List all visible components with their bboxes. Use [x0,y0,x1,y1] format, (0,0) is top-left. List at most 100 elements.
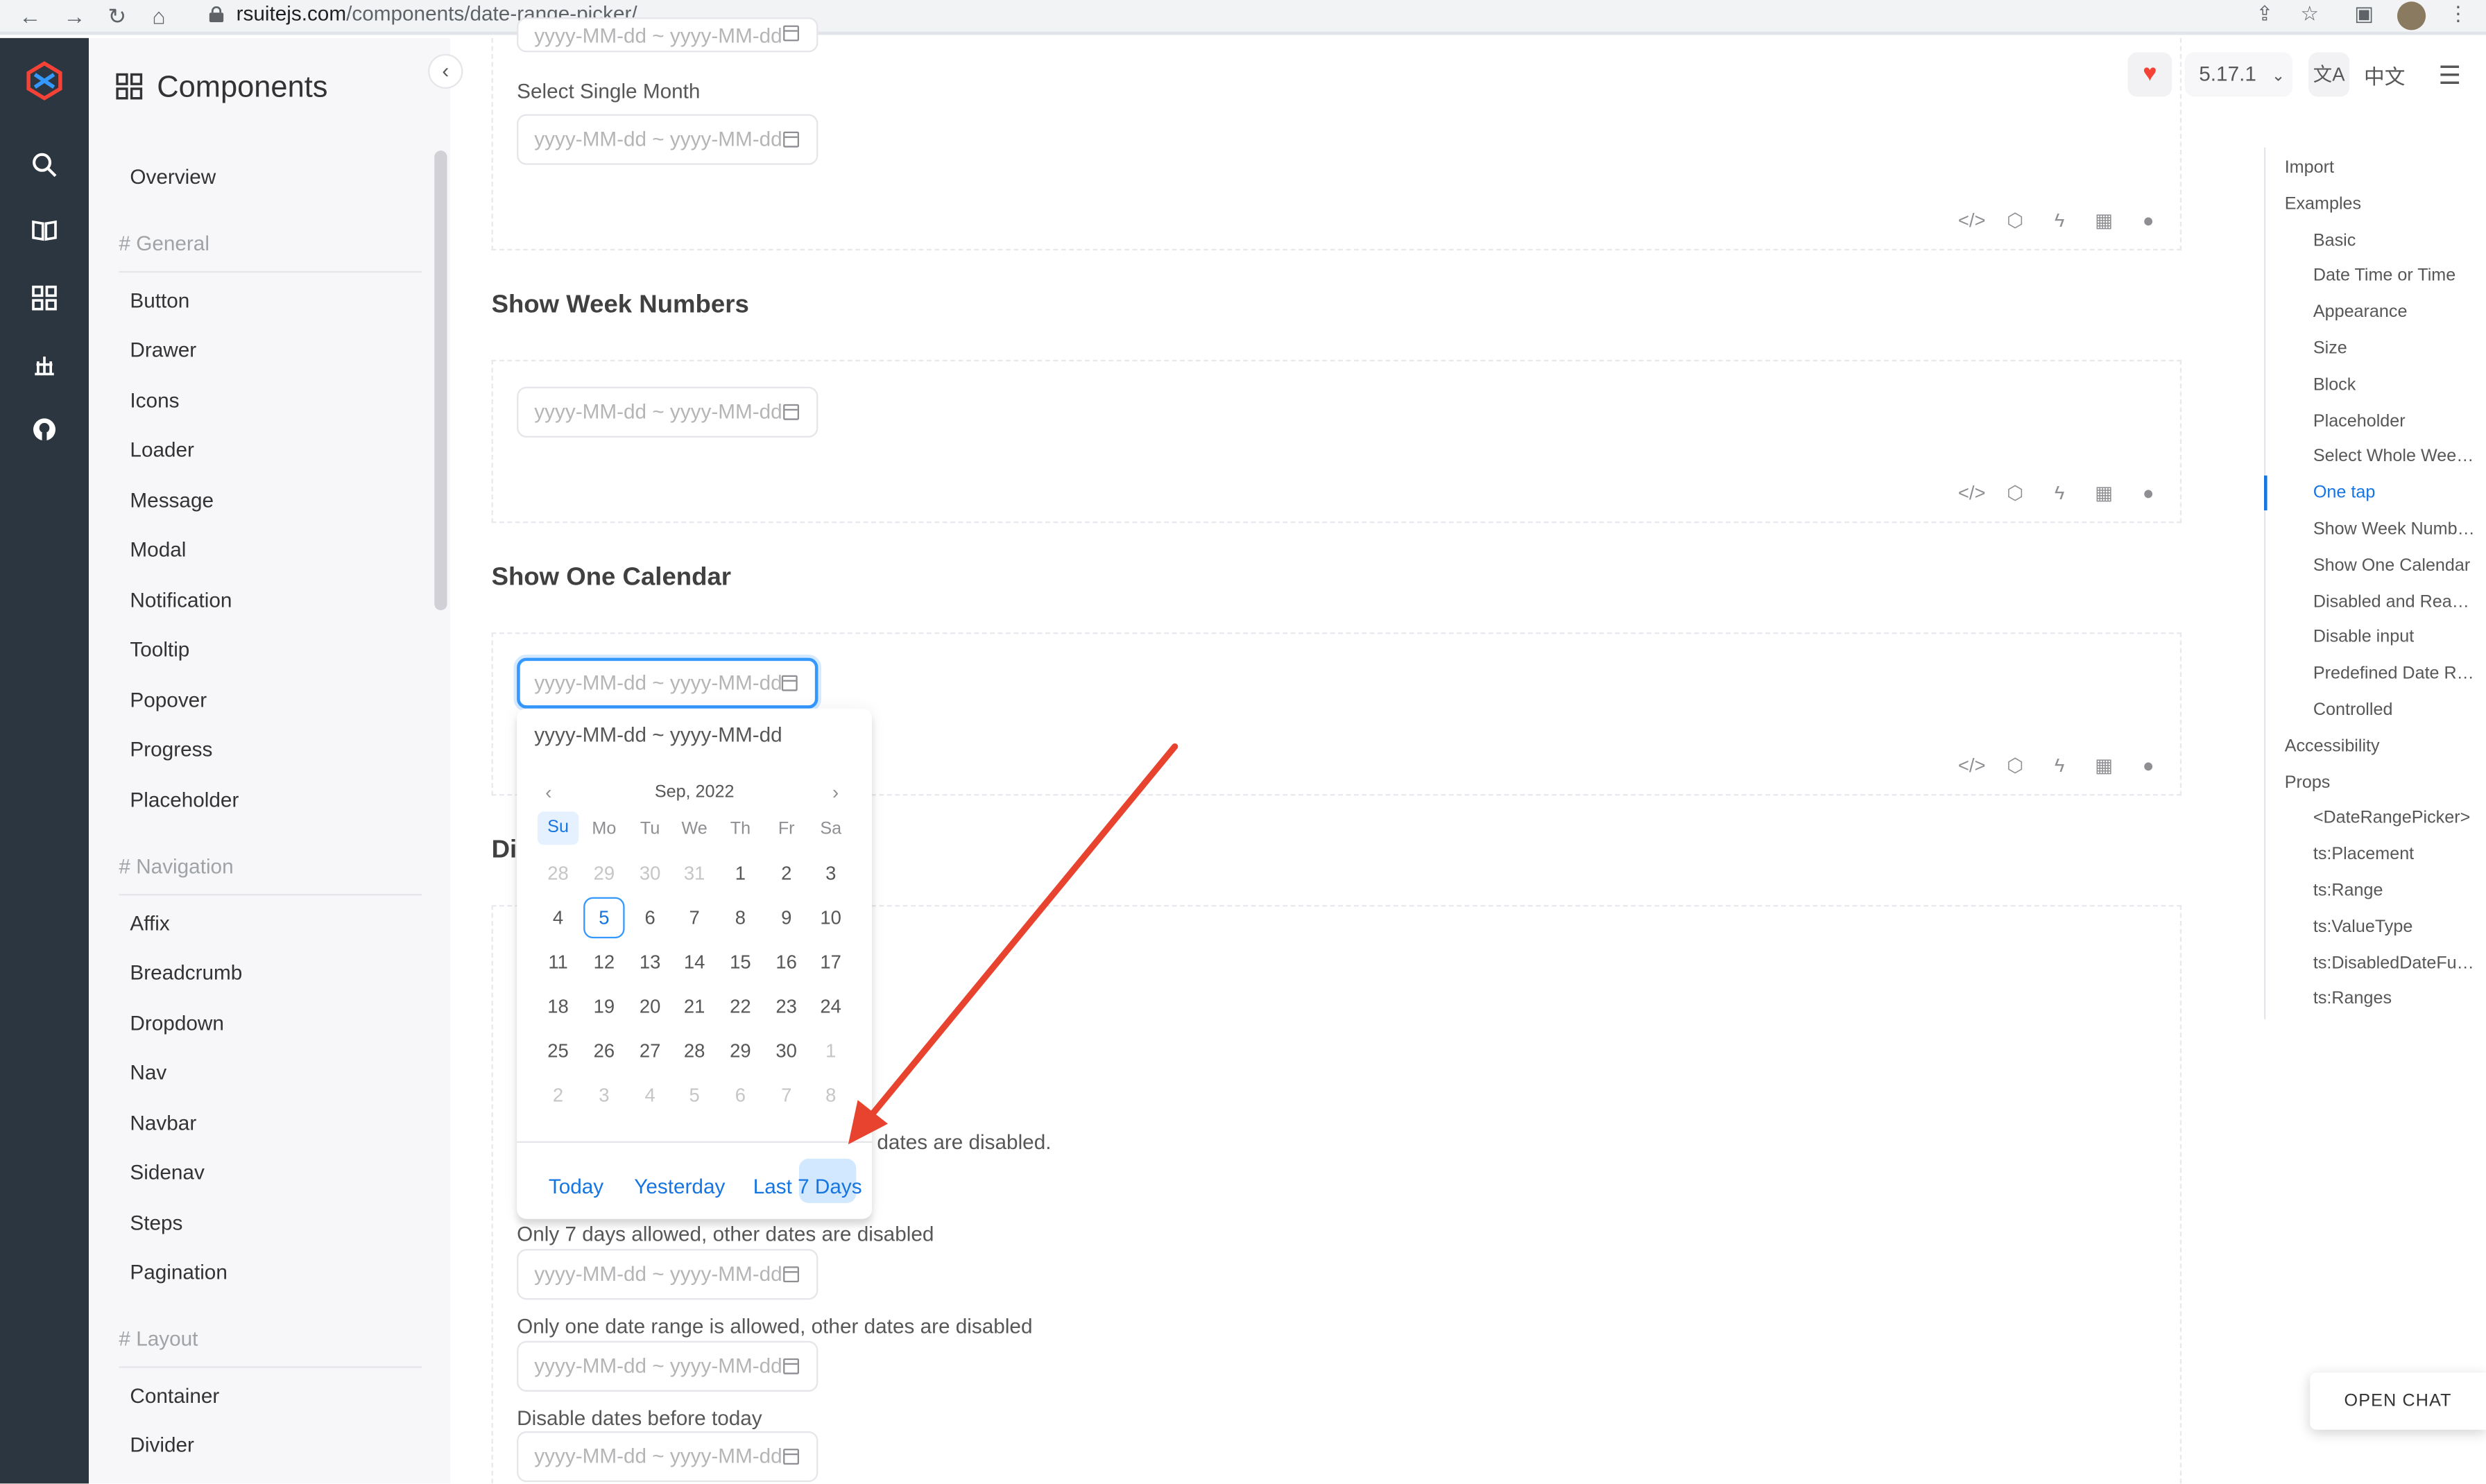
reload-icon[interactable]: ↻ [108,3,126,31]
calendar-day[interactable]: 16 [766,942,807,983]
toc-item[interactable]: Accessibility [2285,736,2475,755]
toc-item[interactable]: Placeholder [2313,411,2475,430]
range-today-button[interactable]: Today [549,1170,603,1203]
book-icon[interactable] [28,217,60,249]
calendar-day[interactable]: 26 [583,1030,624,1071]
sidebar-item-navbar[interactable]: Navbar [130,1111,196,1134]
toc-item[interactable]: Select Whole Wee… [2313,447,2475,466]
sidebar-item-popover[interactable]: Popover [130,688,207,711]
calendar-day[interactable]: 9 [766,897,807,938]
toc-item[interactable]: Appearance [2313,303,2475,322]
calendar-day[interactable]: 15 [720,942,761,983]
code-icon[interactable]: </> [1958,207,1986,233]
share-icon[interactable]: ⇪ [2256,1,2274,27]
toc-item[interactable]: ts:Range [2313,881,2475,900]
sidebar-item-loader[interactable]: Loader [130,438,194,461]
calendar-day[interactable]: 25 [538,1030,578,1071]
sandbox-icon[interactable]: ▦ [2091,753,2117,779]
calendar-day[interactable]: 2 [766,853,807,894]
github-icon[interactable]: ● [2136,753,2161,779]
calendar-day[interactable]: 10 [810,897,851,938]
cube-icon[interactable]: ⬡ [2003,481,2028,506]
date-range-picker-7-days[interactable]: yyyy-MM-dd ~ yyyy-MM-dd [517,1249,818,1300]
date-range-picker-week-numbers[interactable]: yyyy-MM-dd ~ yyyy-MM-dd [517,386,818,438]
hamburger-menu-icon[interactable]: ☰ [2438,60,2461,92]
sidebar-item-notification[interactable]: Notification [130,588,232,612]
toc-item[interactable]: Disabled and Read… [2313,592,2475,611]
date-range-picker-single-month[interactable]: yyyy-MM-dd ~ yyyy-MM-dd [517,114,818,165]
language-switch[interactable]: 中文 [2364,60,2405,90]
toc-item[interactable]: Show One Calendar [2313,556,2475,575]
github-icon[interactable] [28,417,60,449]
calendar-day[interactable]: 7 [674,897,714,938]
bolt-icon[interactable]: ϟ [2047,481,2073,506]
toc-item[interactable]: Date Time or Time [2313,267,2475,286]
github-icon[interactable]: ● [2136,481,2161,506]
calendar-day[interactable]: 21 [674,986,714,1027]
home-icon[interactable]: ⌂ [152,3,165,29]
sidebar-item-affix[interactable]: Affix [130,911,169,935]
calendar-day[interactable]: 20 [629,986,670,1027]
cube-icon[interactable]: ⬡ [2003,207,2028,233]
sidebar-item-divider[interactable]: Divider [130,1433,194,1456]
sidebar-item-steps[interactable]: Steps [130,1211,182,1234]
back-icon[interactable]: ← [19,3,41,29]
calendar-day[interactable]: 30 [766,1030,807,1071]
sandbox-icon[interactable]: ▦ [2091,207,2117,233]
kebab-menu-icon[interactable]: ⋮ [2448,1,2469,27]
address-bar[interactable]: rsuitejs.com/components/date-range-picke… [194,0,2254,32]
calendar-month-title[interactable]: Sep, 2022 [517,783,872,802]
sidebar-item-breadcrumb[interactable]: Breadcrumb [130,960,242,984]
toc-item[interactable]: Import [2285,159,2475,178]
toc-item[interactable]: Show Week Numb… [2313,520,2475,539]
calendar-day[interactable]: 13 [629,942,670,983]
toc-item[interactable]: ts:Ranges [2313,990,2475,1008]
toc-item[interactable]: Predefined Date R… [2313,664,2475,683]
range-last-7-days-button[interactable]: Last 7 Days [753,1170,865,1203]
calendar-day[interactable]: 28 [674,1030,714,1071]
toc-item[interactable]: Examples [2285,195,2475,214]
components-icon[interactable] [28,285,60,317]
sidebar-item-drawer[interactable]: Drawer [130,338,196,361]
sidebar-item-progress[interactable]: Progress [130,737,212,761]
sidebar-item-placeholder[interactable]: Placeholder [130,788,239,811]
toc-item[interactable]: Controlled [2313,700,2475,719]
date-range-picker-partial[interactable]: yyyy-MM-dd ~ yyyy-MM-dd [517,17,818,53]
bolt-icon[interactable]: ϟ [2047,207,2073,233]
sidebar-item-dropdown[interactable]: Dropdown [130,1011,223,1035]
calendar-day[interactable]: 3 [810,853,851,894]
calendar-day[interactable]: 12 [583,942,624,983]
code-icon[interactable]: </> [1958,481,1986,506]
open-chat-button[interactable]: OPEN CHAT [2310,1372,2486,1430]
calendar-day[interactable]: 18 [538,986,578,1027]
search-icon[interactable] [28,152,60,184]
sidebar-item-button[interactable]: Button [130,288,189,312]
toc-item[interactable]: Disable input [2313,628,2475,647]
calendar-day-today[interactable]: 5 [583,897,625,939]
calendar-day[interactable]: 22 [720,986,761,1027]
calendar-day[interactable]: 29 [720,1030,761,1071]
date-range-picker-one-calendar[interactable]: yyyy-MM-dd ~ yyyy-MM-dd [517,657,818,709]
calendar-day[interactable]: 8 [720,897,761,938]
sidebar-scrollbar[interactable] [434,150,447,610]
calendar-day[interactable]: 19 [583,986,624,1027]
toc-item[interactable]: One tap [2313,484,2475,503]
calendar-day[interactable]: 17 [810,942,851,983]
calendar-day[interactable]: 14 [674,942,714,983]
sidebar-item-pagination[interactable]: Pagination [130,1260,227,1284]
toc-item[interactable]: <DateRangePicker> [2313,809,2475,828]
range-yesterday-button[interactable]: Yesterday [634,1170,725,1203]
sidebar-item-nav[interactable]: Nav [130,1060,166,1084]
sidebar-item-message[interactable]: Message [130,488,214,512]
date-range-picker-before-today[interactable]: yyyy-MM-dd ~ yyyy-MM-dd [517,1431,818,1483]
next-month-icon[interactable]: › [832,782,839,804]
rsuite-logo[interactable] [24,60,65,101]
profile-avatar[interactable] [2397,1,2426,31]
sidebar-item-modal[interactable]: Modal [130,537,186,561]
tools-icon[interactable] [28,352,60,383]
calendar-day[interactable]: 4 [538,897,578,938]
heart-icon[interactable]: ♥ [2127,52,2172,97]
toc-item[interactable]: ts:ValueType [2313,917,2475,936]
toc-item[interactable]: ts:Placement [2313,845,2475,864]
cube-icon[interactable]: ⬡ [2003,753,2028,779]
